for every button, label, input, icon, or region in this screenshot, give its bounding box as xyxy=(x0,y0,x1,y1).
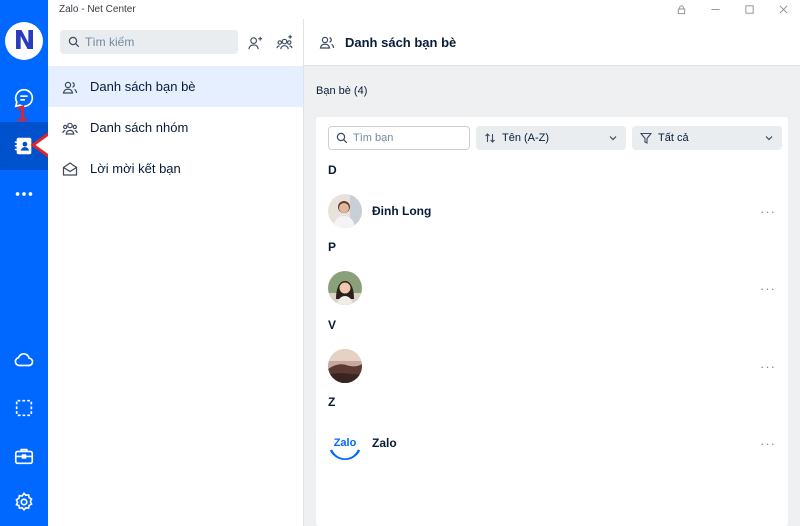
friends-card: Tìm bạn Tên (A-Z) Tất cả D Đinh Long ···… xyxy=(316,117,788,526)
settings-icon xyxy=(15,491,33,512)
more-options-button[interactable]: ··· xyxy=(758,436,778,451)
filter-icon xyxy=(640,132,652,144)
maximize-button[interactable] xyxy=(732,0,766,19)
user-avatar[interactable]: N xyxy=(5,22,43,60)
add-group-icon xyxy=(275,34,293,49)
filter-dropdown[interactable]: Tất cả xyxy=(632,126,782,150)
contact-row[interactable]: Zalo Zalo ··· xyxy=(328,425,778,461)
close-icon xyxy=(779,5,787,14)
friends-icon xyxy=(62,81,78,94)
search-icon xyxy=(336,132,348,144)
friends-icon xyxy=(319,36,335,49)
contacts-sidebar: Tìm kiếm Danh sách bạn bè Danh sách nhóm… xyxy=(48,19,304,526)
nav-cloud[interactable] xyxy=(0,336,48,384)
letter-header-v: V xyxy=(328,318,337,332)
search-icon xyxy=(68,36,80,48)
friend-list-panel: Danh sách bạn bè Bạn bè (4) Tìm bạn Tên … xyxy=(304,19,800,526)
cloud-icon xyxy=(14,353,34,367)
add-friend-button[interactable] xyxy=(243,30,267,54)
menu-friend-requests-label: Lời mời kết bạn xyxy=(90,161,181,176)
contact-name: Zalo xyxy=(372,436,397,450)
friend-search-input[interactable]: Tìm bạn xyxy=(328,126,470,150)
close-button[interactable] xyxy=(766,0,800,19)
svg-text:Zalo: Zalo xyxy=(334,437,357,449)
contact-row[interactable]: ··· xyxy=(328,348,778,384)
group-icon xyxy=(62,122,78,135)
nav-settings[interactable] xyxy=(0,478,48,526)
zalo-logo: Zalo xyxy=(328,426,362,460)
chevron-down-icon xyxy=(609,136,617,141)
more-options-button[interactable]: ··· xyxy=(758,359,778,374)
friend-search-placeholder: Tìm bạn xyxy=(353,132,394,144)
left-nav-bar: N xyxy=(0,0,48,526)
annotation-number: 1 xyxy=(16,101,29,126)
contact-name: Đinh Long xyxy=(372,204,432,218)
sort-icon xyxy=(485,133,495,143)
contact-avatar xyxy=(328,349,362,383)
letter-header-p: P xyxy=(328,240,337,254)
contact-avatar xyxy=(328,194,362,228)
avatar-letter: N xyxy=(13,26,36,56)
nav-screenshot[interactable] xyxy=(0,384,48,432)
contact-row[interactable]: Đinh Long ··· xyxy=(328,193,778,229)
menu-friend-list-label: Danh sách bạn bè xyxy=(90,79,196,94)
briefcase-icon xyxy=(14,448,34,465)
maximize-icon xyxy=(744,5,754,14)
letter-header-z: Z xyxy=(328,395,336,409)
minimize-icon xyxy=(710,9,720,10)
contact-avatar xyxy=(328,271,362,305)
chevron-down-icon xyxy=(765,136,773,141)
search-input[interactable]: Tìm kiếm xyxy=(60,30,238,54)
panel-header: Danh sách bạn bè xyxy=(304,19,800,66)
page-title: Danh sách bạn bè xyxy=(345,34,457,50)
nav-more[interactable] xyxy=(0,170,48,218)
menu-group-list[interactable]: Danh sách nhóm xyxy=(48,107,303,148)
lock-button[interactable] xyxy=(664,0,698,19)
nav-briefcase[interactable] xyxy=(0,432,48,480)
add-friend-icon xyxy=(247,36,262,49)
title-bar: Zalo - Net Center xyxy=(48,0,800,19)
window-title: Zalo - Net Center xyxy=(59,4,136,15)
sort-dropdown[interactable]: Tên (A-Z) xyxy=(476,126,626,150)
contact-row[interactable]: ··· xyxy=(328,270,778,306)
letter-header-d: D xyxy=(328,163,337,177)
menu-friend-requests[interactable]: Lời mời kết bạn xyxy=(48,148,303,189)
screenshot-icon xyxy=(15,399,33,417)
more-options-button[interactable]: ··· xyxy=(758,281,778,296)
search-placeholder: Tìm kiếm xyxy=(85,35,135,49)
create-group-button[interactable] xyxy=(272,30,296,54)
envelope-icon xyxy=(62,161,78,176)
more-options-button[interactable]: ··· xyxy=(758,204,778,219)
minimize-button[interactable] xyxy=(698,0,732,19)
lock-icon xyxy=(677,5,685,15)
sort-label: Tên (A-Z) xyxy=(502,132,550,144)
more-icon xyxy=(15,192,33,196)
friends-count: Bạn bè (4) xyxy=(316,85,368,97)
menu-friend-list[interactable]: Danh sách bạn bè xyxy=(48,66,303,107)
menu-group-list-label: Danh sách nhóm xyxy=(90,120,189,135)
filter-label: Tất cả xyxy=(658,132,689,144)
